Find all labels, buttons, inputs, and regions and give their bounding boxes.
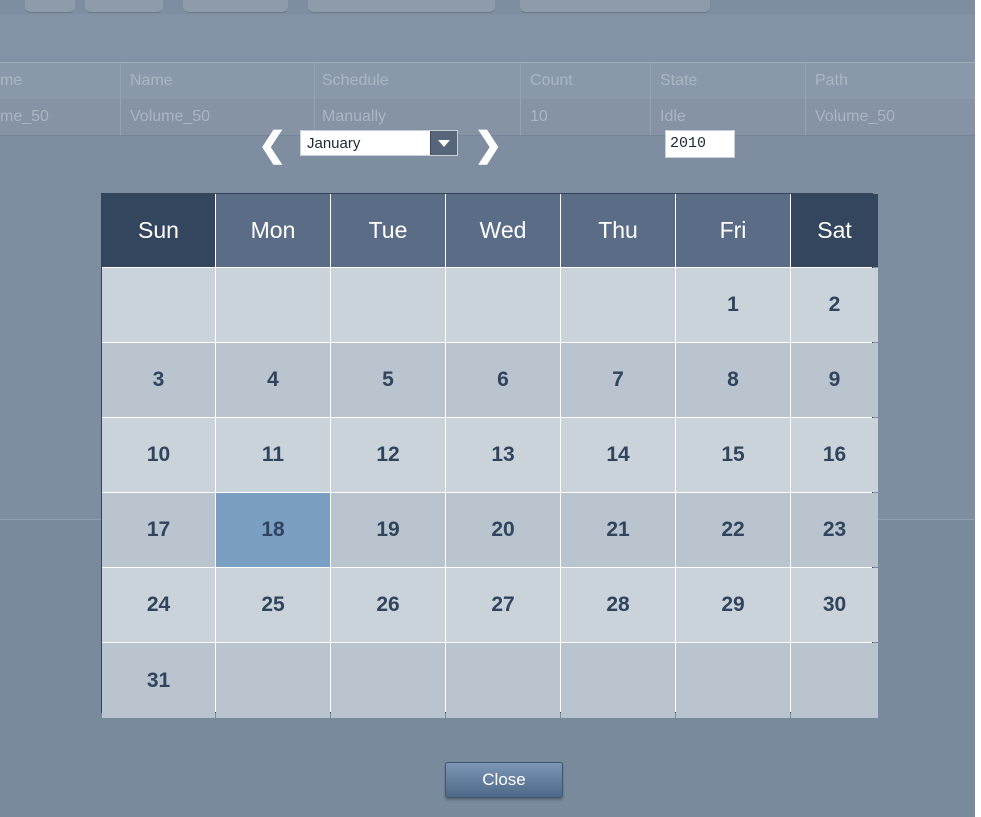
weekday-header-wed: Wed	[446, 194, 560, 267]
weekday-header-mon: Mon	[216, 194, 330, 267]
empty-day-cell	[561, 268, 675, 342]
empty-day-cell	[676, 643, 790, 718]
calendar: Sun Mon Tue Wed Thu Fri Sat 1 2 3 4 5 6 7 8 9 10 11 12 13 14…	[101, 193, 878, 718]
top-tab[interactable]	[85, 0, 163, 13]
empty-day-cell	[216, 268, 330, 342]
day-cell[interactable]: 18	[216, 493, 330, 567]
empty-day-cell	[446, 268, 560, 342]
top-tab[interactable]	[308, 0, 495, 13]
close-button[interactable]: Close	[445, 762, 563, 798]
background-table-header: me Name Schedule Count State Path	[0, 62, 975, 100]
month-select[interactable]: January	[300, 130, 458, 156]
table-cell: Volume_50	[815, 108, 896, 125]
chevron-right-icon[interactable]: ❯	[474, 128, 503, 164]
column-header: Count	[530, 72, 573, 89]
day-cell[interactable]: 9	[791, 343, 878, 417]
empty-day-cell	[791, 643, 878, 718]
day-cell[interactable]: 20	[446, 493, 560, 567]
day-cell[interactable]: 25	[216, 568, 330, 642]
day-cell[interactable]: 8	[676, 343, 790, 417]
day-cell[interactable]: 31	[102, 643, 215, 718]
day-cell[interactable]: 12	[331, 418, 445, 492]
empty-day-cell	[561, 643, 675, 718]
day-cell[interactable]: 11	[216, 418, 330, 492]
day-cell[interactable]: 1	[676, 268, 790, 342]
column-header: Schedule	[322, 72, 389, 89]
year-input[interactable]: 2010	[665, 130, 735, 158]
column-header: Name	[130, 72, 173, 89]
day-cell[interactable]: 19	[331, 493, 445, 567]
day-cell[interactable]: 10	[102, 418, 215, 492]
column-divider	[650, 62, 651, 135]
day-cell[interactable]: 3	[102, 343, 215, 417]
top-tab[interactable]	[25, 0, 75, 13]
weekday-header-tue: Tue	[331, 194, 445, 267]
table-cell: me_50	[0, 108, 49, 125]
dropdown-button[interactable]	[430, 131, 457, 155]
day-cell[interactable]: 16	[791, 418, 878, 492]
top-tab[interactable]	[183, 0, 288, 13]
day-cell[interactable]: 14	[561, 418, 675, 492]
day-cell[interactable]: 28	[561, 568, 675, 642]
empty-day-cell	[331, 268, 445, 342]
day-cell[interactable]: 5	[331, 343, 445, 417]
day-cell[interactable]: 13	[446, 418, 560, 492]
weekday-header-fri: Fri	[676, 194, 790, 267]
window-edge	[975, 0, 981, 817]
day-cell[interactable]: 24	[102, 568, 215, 642]
column-header: Path	[815, 72, 848, 89]
day-cell[interactable]: 23	[791, 493, 878, 567]
empty-day-cell	[331, 643, 445, 718]
day-cell[interactable]: 27	[446, 568, 560, 642]
top-tab-bar	[0, 0, 981, 14]
top-tab[interactable]	[520, 0, 710, 13]
day-cell[interactable]: 4	[216, 343, 330, 417]
day-cell[interactable]: 29	[676, 568, 790, 642]
empty-day-cell	[216, 643, 330, 718]
column-divider	[314, 62, 315, 135]
empty-day-cell	[102, 268, 215, 342]
divider-line	[0, 519, 101, 520]
empty-day-cell	[446, 643, 560, 718]
day-cell[interactable]: 15	[676, 418, 790, 492]
day-cell[interactable]: 21	[561, 493, 675, 567]
day-cell[interactable]: 30	[791, 568, 878, 642]
table-cell: 10	[530, 108, 548, 125]
day-cell[interactable]: 26	[331, 568, 445, 642]
column-divider	[805, 62, 806, 135]
day-cell[interactable]: 2	[791, 268, 878, 342]
calendar-grid: Sun Mon Tue Wed Thu Fri Sat 1 2 3 4 5 6 7 8 9 10 11 12 13 14…	[102, 194, 878, 718]
chevron-left-icon[interactable]: ❮	[258, 128, 287, 164]
weekday-header-thu: Thu	[561, 194, 675, 267]
header-band	[0, 14, 975, 62]
day-cell[interactable]: 7	[561, 343, 675, 417]
day-cell[interactable]: 17	[102, 493, 215, 567]
divider-line	[873, 519, 975, 520]
weekday-header-sat: Sat	[791, 194, 878, 267]
column-divider	[120, 62, 121, 135]
column-header: me	[0, 72, 23, 89]
day-cell[interactable]: 22	[676, 493, 790, 567]
day-cell[interactable]: 6	[446, 343, 560, 417]
column-header: State	[660, 72, 698, 89]
column-divider	[520, 62, 521, 135]
chevron-down-icon	[438, 140, 450, 147]
month-value: January	[307, 135, 361, 152]
weekday-header-sun: Sun	[102, 194, 215, 267]
